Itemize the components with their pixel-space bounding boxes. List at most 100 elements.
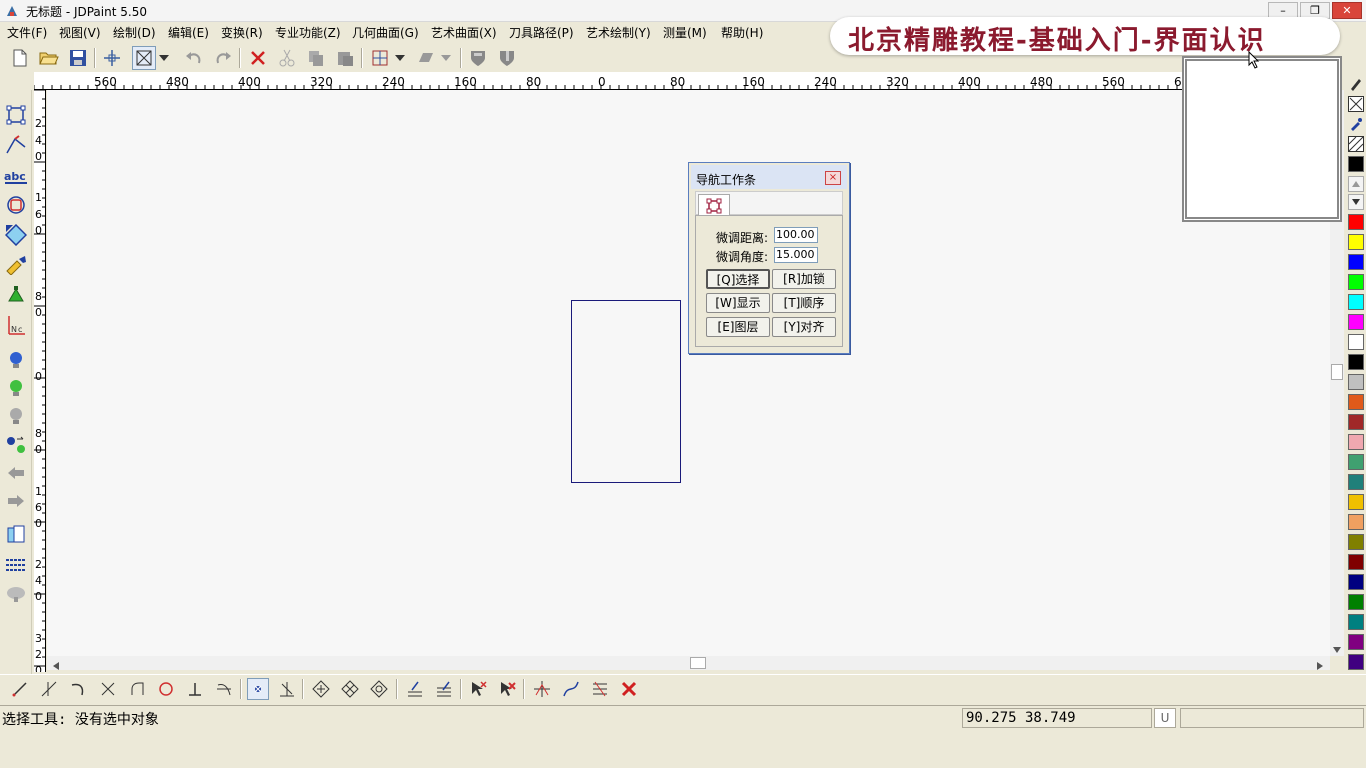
color-swatch[interactable] xyxy=(1348,514,1364,530)
shield-right-icon[interactable] xyxy=(495,46,519,70)
line-tool-icon[interactable] xyxy=(9,678,31,700)
save-icon[interactable] xyxy=(66,46,90,70)
menu-draw[interactable]: 绘制(D) xyxy=(113,24,156,41)
menu-view[interactable]: 视图(V) xyxy=(59,24,101,41)
align-button[interactable]: [Y]对齐 xyxy=(772,317,836,337)
color-swatch[interactable] xyxy=(1348,234,1364,250)
drawn-rectangle[interactable] xyxy=(571,300,681,483)
overview-window[interactable] xyxy=(1182,56,1342,222)
text-tool-icon[interactable]: abc xyxy=(3,164,29,190)
snap-line-icon[interactable] xyxy=(38,678,60,700)
lock-button[interactable]: [R]加锁 xyxy=(772,269,836,289)
menu-professional[interactable]: 专业功能(Z) xyxy=(275,24,341,41)
close-button[interactable]: ✕ xyxy=(1332,2,1362,19)
circle-snap-icon[interactable] xyxy=(155,678,177,700)
dialog-close-button[interactable]: × xyxy=(825,171,841,185)
fine-distance-input[interactable]: 100.00 xyxy=(774,227,818,243)
redo-icon[interactable] xyxy=(211,46,235,70)
color-swatch-black-top[interactable] xyxy=(1348,156,1364,172)
color-swatch[interactable] xyxy=(1348,434,1364,450)
cancel-red-icon[interactable] xyxy=(618,678,640,700)
offset-icon[interactable] xyxy=(3,192,29,218)
select-button[interactable]: [Q]选择 xyxy=(706,269,770,289)
lightbulb-green-icon[interactable] xyxy=(3,376,29,402)
chevron-down-icon[interactable] xyxy=(439,46,453,70)
relief-tool-icon[interactable] xyxy=(3,282,29,308)
horizontal-scroll-thumb[interactable] xyxy=(690,657,706,669)
arc-tool-icon[interactable] xyxy=(67,678,89,700)
menu-help[interactable]: 帮助(H) xyxy=(721,24,763,41)
menu-transform[interactable]: 变换(R) xyxy=(221,24,263,41)
color-swatch[interactable] xyxy=(1348,494,1364,510)
color-swatch[interactable] xyxy=(1348,414,1364,430)
fillet-tool-icon[interactable] xyxy=(126,678,148,700)
color-swatch[interactable] xyxy=(1348,574,1364,590)
vertical-scroll-thumb[interactable] xyxy=(1331,364,1343,380)
perpendicular-icon[interactable] xyxy=(184,678,206,700)
intersect-tool-icon[interactable] xyxy=(97,678,119,700)
fill-region-icon[interactable] xyxy=(3,222,29,248)
tangent-icon[interactable] xyxy=(213,678,235,700)
scroll-left-icon[interactable] xyxy=(53,659,59,673)
color-swatch[interactable] xyxy=(1348,554,1364,570)
color-swatch[interactable] xyxy=(1348,454,1364,470)
menu-art-surface[interactable]: 艺术曲面(X) xyxy=(431,24,497,41)
node-edit-icon[interactable] xyxy=(368,46,392,70)
arrow-right-icon[interactable] xyxy=(3,488,29,514)
paste-icon[interactable] xyxy=(333,46,357,70)
unit-toggle-button[interactable]: U xyxy=(1154,708,1176,728)
color-swatch[interactable] xyxy=(1348,254,1364,270)
measure-icon[interactable]: Nc xyxy=(3,312,29,338)
color-swatch[interactable] xyxy=(1348,534,1364,550)
new-file-icon[interactable] xyxy=(8,46,32,70)
polyline-icon[interactable] xyxy=(3,132,29,158)
color-swatch[interactable] xyxy=(1348,314,1364,330)
pen-icon[interactable] xyxy=(1348,76,1364,92)
color-swatch[interactable] xyxy=(1348,654,1364,670)
move-node-icon[interactable] xyxy=(531,678,553,700)
cut-icon[interactable] xyxy=(275,46,299,70)
list-grid-icon[interactable] xyxy=(3,552,29,578)
swap-icon[interactable] xyxy=(3,432,29,458)
lightbulb-gray-icon[interactable] xyxy=(3,404,29,430)
chevron-down-icon[interactable] xyxy=(393,46,407,70)
layer-button[interactable]: [E]图层 xyxy=(706,317,770,337)
palette-scroll-down-icon[interactable] xyxy=(1348,194,1364,210)
color-swatch[interactable] xyxy=(1348,374,1364,390)
tab-select-node[interactable] xyxy=(698,194,730,216)
color-swatch[interactable] xyxy=(1348,634,1364,650)
menu-measure[interactable]: 测量(M) xyxy=(663,24,707,41)
color-swatch[interactable] xyxy=(1348,594,1364,610)
layers-icon[interactable] xyxy=(3,522,29,548)
scroll-down-icon[interactable] xyxy=(1333,642,1341,656)
pattern-fill-icon[interactable] xyxy=(1348,136,1364,152)
diamond-left-icon[interactable] xyxy=(310,678,332,700)
color-swatch[interactable] xyxy=(1348,334,1364,350)
eyedropper-icon[interactable] xyxy=(1348,116,1364,132)
palette-scroll-up-icon[interactable] xyxy=(1348,176,1364,192)
menu-file[interactable]: 文件(F) xyxy=(7,24,47,41)
copy-icon[interactable] xyxy=(304,46,328,70)
undo-icon[interactable] xyxy=(182,46,206,70)
diamond-right-icon[interactable] xyxy=(368,678,390,700)
color-swatch[interactable] xyxy=(1348,274,1364,290)
no-fill-icon[interactable] xyxy=(1348,96,1364,112)
open-folder-icon[interactable] xyxy=(37,46,61,70)
chevron-down-icon[interactable] xyxy=(157,46,171,70)
fine-angle-input[interactable]: 15.000 xyxy=(774,247,818,263)
edit-list-icon[interactable] xyxy=(589,678,611,700)
axis-snap-icon[interactable] xyxy=(276,678,298,700)
color-swatch[interactable] xyxy=(1348,354,1364,370)
pick-remove-icon[interactable] xyxy=(496,678,518,700)
delete-icon[interactable] xyxy=(246,46,270,70)
color-swatch[interactable] xyxy=(1348,394,1364,410)
menu-tool-path[interactable]: 刀具路径(P) xyxy=(509,24,574,41)
scroll-right-icon[interactable] xyxy=(1317,659,1323,673)
menu-edit[interactable]: 编辑(E) xyxy=(168,24,209,41)
color-swatch[interactable] xyxy=(1348,474,1364,490)
dialog-titlebar[interactable]: 导航工作条 × xyxy=(691,165,847,189)
color-swatch[interactable] xyxy=(1348,214,1364,230)
menu-geometry-surface[interactable]: 几何曲面(G) xyxy=(352,24,419,41)
arrow-left-icon[interactable] xyxy=(3,460,29,486)
show-button[interactable]: [W]显示 xyxy=(706,293,770,313)
